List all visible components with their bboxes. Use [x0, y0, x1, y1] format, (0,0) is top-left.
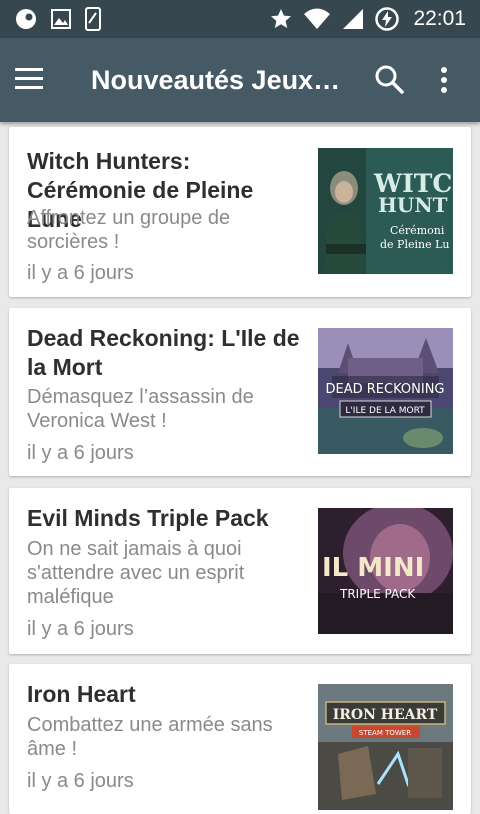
thumb-text: DEAD RECKONING — [326, 382, 445, 397]
app-toolbar: Nouveautés Jeux… — [0, 38, 480, 122]
image-icon — [51, 9, 71, 29]
status-left-icons — [14, 7, 102, 31]
game-title: Iron Heart — [27, 681, 136, 707]
game-card[interactable]: Dead Reckoning: L'Ile de la Mort Démasqu… — [9, 308, 471, 476]
hamburger-menu-icon — [15, 68, 43, 89]
game-description: On ne sait jamais à quoi s'attendre avec… — [27, 538, 245, 608]
thumb-text: IRON HEART — [333, 707, 438, 723]
status-time: 22:01 — [413, 7, 466, 30]
game-description: Affrontez un groupe de sorcières ! — [27, 207, 231, 253]
thumb-text: STEAM TOWER — [359, 729, 411, 737]
game-thumbnail: IRON HEART STEAM TOWER — [318, 684, 453, 810]
game-description: Démasquez l’assassin de Veronica West ! — [27, 386, 254, 432]
game-card[interactable]: Evil Minds Triple Pack On ne sait jamais… — [9, 488, 471, 654]
game-thumbnail: WITCH HUNT Cérémoni de Pleine Lu — [318, 148, 453, 274]
more-options-button[interactable] — [428, 56, 460, 104]
menu-button[interactable] — [12, 56, 60, 104]
game-description: Combattez une armée sans âme ! — [27, 714, 273, 760]
more-vert-icon — [441, 67, 447, 93]
game-title: Evil Minds Triple Pack — [27, 505, 269, 531]
game-date: il y a 6 jours — [27, 618, 134, 640]
battery-charging-icon — [375, 7, 400, 31]
game-card[interactable]: Iron Heart Combattez une armée sans âme … — [9, 664, 471, 814]
game-title: Dead Reckoning: L'Ile de la Mort — [27, 325, 300, 380]
search-button[interactable] — [366, 56, 414, 104]
game-date: il y a 6 jours — [27, 770, 134, 792]
page-title: Nouveautés Jeux… — [91, 65, 341, 95]
status-right-icons: 22:01 — [269, 6, 466, 32]
game-date: il y a 6 jours — [27, 262, 134, 284]
game-date: il y a 6 jours — [27, 442, 134, 464]
phone-icon — [85, 7, 101, 31]
thumb-text: Cérémoni — [390, 224, 445, 237]
star-icon — [271, 9, 292, 28]
thumb-text: HUNT — [378, 193, 448, 217]
signal-icon — [343, 9, 364, 29]
sync-icon — [16, 9, 36, 29]
thumb-text: L'ILE DE LA MORT — [345, 406, 425, 416]
thumb-text: IL MINI — [322, 553, 424, 583]
wifi-icon — [304, 8, 331, 29]
status-bar: 22:01 — [0, 0, 480, 38]
game-thumbnail: IL MINI TRIPLE PACK — [318, 508, 453, 634]
game-thumbnail: DEAD RECKONING L'ILE DE LA MORT — [318, 328, 453, 454]
game-card[interactable]: Witch Hunters: Cérémonie de Pleine Lune … — [9, 127, 471, 297]
thumb-text: de Pleine Lu — [380, 238, 449, 251]
thumb-text: TRIPLE PACK — [339, 587, 416, 601]
search-icon — [375, 65, 404, 94]
